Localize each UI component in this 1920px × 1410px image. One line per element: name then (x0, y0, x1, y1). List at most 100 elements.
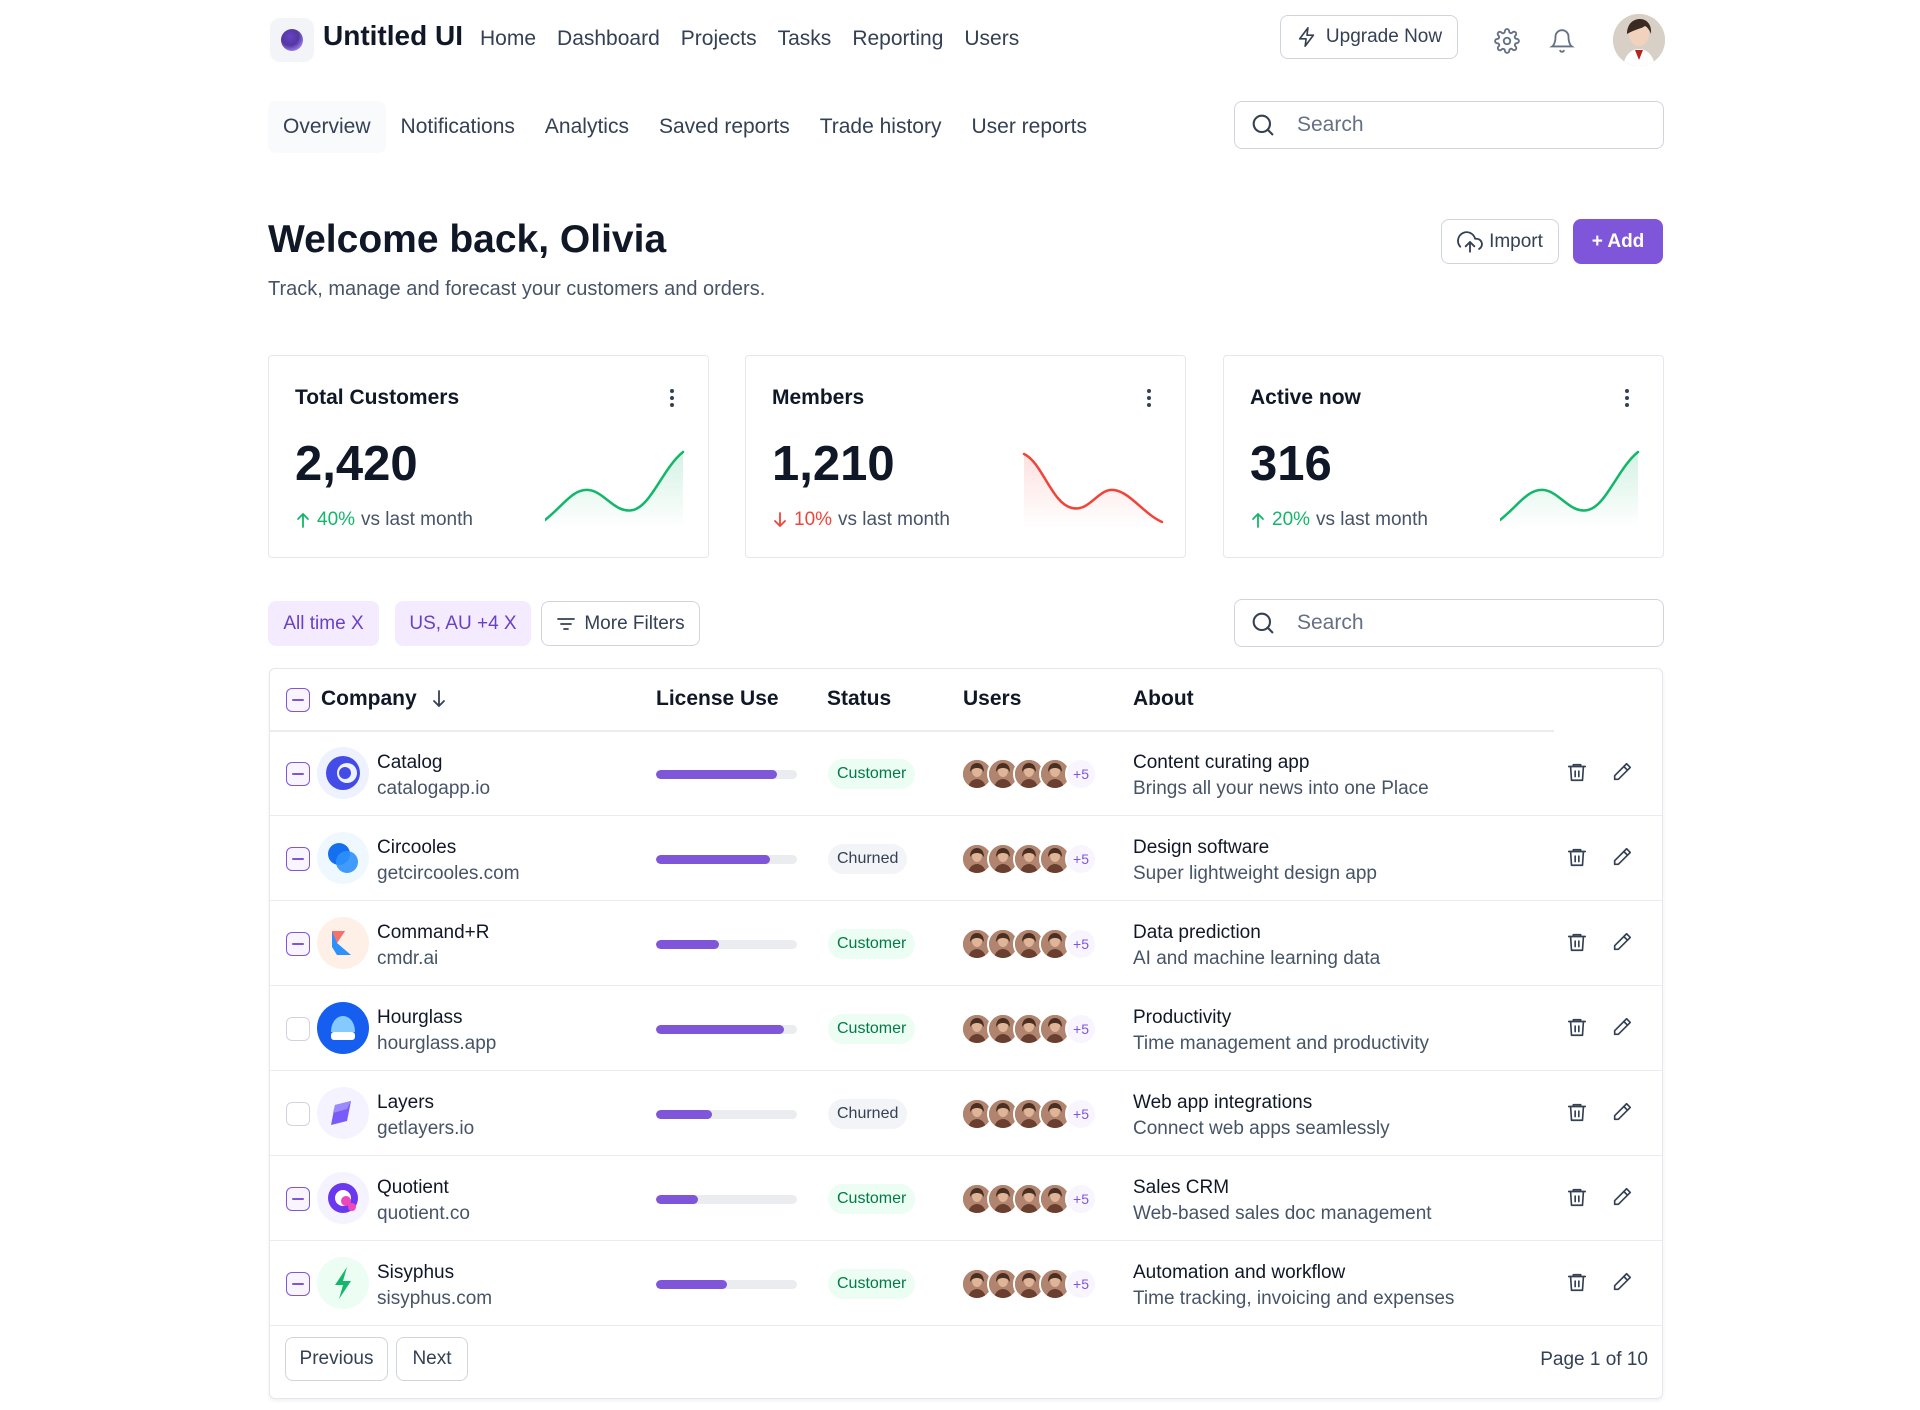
nav-reporting[interactable]: Reporting (852, 27, 943, 51)
tab-saved-reports[interactable]: Saved reports (644, 101, 805, 153)
stat-delta: 10% vs last month (772, 509, 950, 531)
card-menu-button[interactable] (1139, 386, 1159, 410)
edit-button[interactable] (1611, 930, 1633, 954)
delete-button[interactable] (1566, 845, 1588, 869)
nav-dashboard[interactable]: Dashboard (557, 27, 660, 51)
upgrade-button[interactable]: Upgrade Now (1280, 15, 1458, 59)
delete-button[interactable] (1566, 1185, 1588, 1209)
row-checkbox[interactable] (286, 1272, 310, 1296)
stat-title: Total Customers (295, 386, 460, 409)
company-domain: sisyphus.com (377, 1288, 493, 1309)
edit-button[interactable] (1611, 1185, 1633, 1209)
search-placeholder: Search (1297, 113, 1364, 136)
trash-icon (1567, 848, 1587, 867)
nav-tasks[interactable]: Tasks (778, 27, 832, 51)
nav-projects[interactable]: Projects (681, 27, 757, 51)
delete-button[interactable] (1566, 1100, 1588, 1124)
stat-card-total-customers: Total Customers 2,420 40% vs last month (268, 355, 709, 558)
column-company-label: Company (321, 687, 417, 710)
edit-pencil-icon (1613, 1017, 1632, 1036)
card-menu-button[interactable] (1617, 386, 1637, 410)
trash-icon (1567, 1018, 1587, 1037)
company-name[interactable]: Quotient (377, 1177, 449, 1199)
table-row[interactable]: Hourglass hourglass.app Customer +5 Producti… (270, 987, 1662, 1071)
settings-button[interactable] (1490, 24, 1524, 58)
delete-button[interactable] (1566, 930, 1588, 954)
delete-button[interactable] (1566, 760, 1588, 784)
sparkline-chart (545, 450, 685, 528)
search-placeholder: Search (1297, 611, 1364, 634)
user-avatar-group[interactable]: +5 (961, 1013, 1097, 1045)
stat-title: Active now (1250, 386, 1361, 409)
row-checkbox[interactable] (286, 847, 310, 871)
company-logo-icon (317, 747, 369, 799)
row-checkbox[interactable] (286, 1017, 310, 1041)
company-name[interactable]: Hourglass (377, 1007, 463, 1029)
company-name[interactable]: Command+R (377, 922, 489, 944)
user-avatar-group[interactable]: +5 (961, 843, 1097, 875)
import-button[interactable]: Import (1441, 219, 1559, 264)
add-button[interactable]: + Add (1573, 219, 1663, 264)
about-title: Automation and workflow (1133, 1262, 1346, 1283)
search-input-table[interactable]: Search (1234, 599, 1664, 647)
nav-users[interactable]: Users (964, 27, 1019, 51)
edit-button[interactable] (1611, 1100, 1633, 1124)
table-row[interactable]: Catalog catalogapp.io Customer +5 Content cu… (270, 732, 1662, 816)
company-name[interactable]: Sisyphus (377, 1262, 454, 1284)
stat-delta: 40% vs last month (295, 509, 473, 531)
brand-name[interactable]: Untitled UI (323, 20, 463, 52)
table-row[interactable]: Sisyphus sisyphus.com Customer +5 Automation… (270, 1242, 1662, 1326)
company-name[interactable]: Catalog (377, 752, 443, 774)
nav-home[interactable]: Home (480, 27, 536, 51)
delete-button[interactable] (1566, 1270, 1588, 1294)
more-filters-button[interactable]: More Filters (541, 601, 700, 646)
notifications-button[interactable] (1545, 24, 1579, 58)
user-avatar-group[interactable]: +5 (961, 1183, 1097, 1215)
select-all-checkbox[interactable] (286, 688, 310, 712)
table-row[interactable]: Circooles getcircooles.com Churned +5 Design… (270, 817, 1662, 901)
sparkline-chart (1500, 450, 1640, 528)
license-progress-bar (656, 855, 797, 864)
stat-delta-value: 10% (794, 509, 833, 530)
company-name[interactable]: Circooles (377, 837, 456, 859)
trash-icon (1567, 933, 1587, 952)
search-input-top[interactable]: Search (1234, 101, 1664, 149)
filter-chip-time[interactable]: All time X (268, 601, 379, 646)
tab-notifications[interactable]: Notifications (386, 101, 530, 153)
edit-button[interactable] (1611, 760, 1633, 784)
user-avatar[interactable] (1613, 14, 1665, 66)
row-checkbox[interactable] (286, 1102, 310, 1126)
delete-button[interactable] (1566, 1015, 1588, 1039)
about-description: Super lightweight design app (1133, 863, 1378, 884)
status-badge: Customer (828, 1014, 916, 1044)
gear-icon (1494, 28, 1520, 54)
about-title: Productivity (1133, 1007, 1232, 1028)
row-checkbox[interactable] (286, 1187, 310, 1211)
previous-button[interactable]: Previous (285, 1337, 388, 1381)
row-checkbox[interactable] (286, 932, 310, 956)
user-avatar-group[interactable]: +5 (961, 928, 1097, 960)
user-avatar-group[interactable]: +5 (961, 1268, 1097, 1300)
edit-button[interactable] (1611, 1015, 1633, 1039)
next-button[interactable]: Next (396, 1337, 468, 1381)
row-checkbox[interactable] (286, 762, 310, 786)
tab-analytics[interactable]: Analytics (530, 101, 644, 153)
logo-mark[interactable] (270, 18, 314, 62)
table-row[interactable]: Command+R cmdr.ai Customer +5 Data predictio… (270, 902, 1662, 986)
company-name[interactable]: Layers (377, 1092, 434, 1114)
table-row[interactable]: Quotient quotient.co Customer +5 Sales CRM We… (270, 1157, 1662, 1241)
tab-user-reports[interactable]: User reports (956, 101, 1102, 153)
user-avatar-group[interactable]: +5 (961, 758, 1097, 790)
filter-chip-region[interactable]: US, AU +4 X (395, 601, 531, 646)
table-row[interactable]: Layers getlayers.io Churned +5 Web app integ… (270, 1072, 1662, 1156)
edit-button[interactable] (1611, 845, 1633, 869)
card-menu-button[interactable] (662, 386, 682, 410)
tab-overview[interactable]: Overview (268, 101, 386, 153)
column-company[interactable]: Company (321, 687, 447, 711)
logo-icon (281, 29, 303, 51)
license-progress-bar (656, 1025, 797, 1034)
user-avatar-group[interactable]: +5 (961, 1098, 1097, 1130)
edit-button[interactable] (1611, 1270, 1633, 1294)
trash-icon (1567, 1188, 1587, 1207)
tab-trade-history[interactable]: Trade history (805, 101, 957, 153)
